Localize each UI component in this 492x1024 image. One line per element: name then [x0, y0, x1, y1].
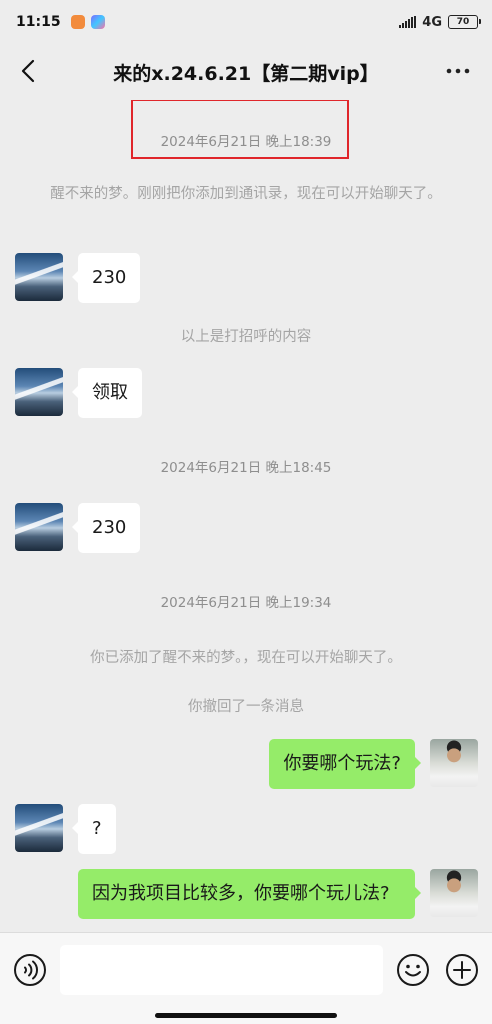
- signal-icon: [399, 16, 417, 28]
- title-bar: 来的x.24.6.21【第二期vip】: [0, 44, 492, 100]
- incoming-message[interactable]: 领取: [72, 368, 142, 418]
- contact-avatar[interactable]: [15, 368, 63, 416]
- timestamp: 2024年6月21日 晚上18:45: [160, 460, 332, 476]
- incoming-message[interactable]: 230: [71, 503, 141, 553]
- incoming-message[interactable]: ?: [72, 804, 116, 854]
- chat-screen: 11:15 4G 70 来的x.24.6.21【第二期vip】 2024年6月2…: [0, 0, 492, 1024]
- message-input[interactable]: [60, 945, 383, 995]
- back-button[interactable]: [14, 56, 42, 86]
- plus-icon: [446, 954, 478, 986]
- network-label: 4G: [422, 14, 442, 30]
- back-arrow-icon: [21, 59, 35, 83]
- battery-icon: 70: [448, 15, 481, 29]
- emoji-button[interactable]: [396, 953, 430, 987]
- input-bar: [0, 932, 492, 1024]
- plus-button[interactable]: [445, 953, 479, 987]
- chat-title: 来的x.24.6.21【第二期vip】: [113, 62, 379, 85]
- app-notification-icon: [90, 15, 105, 29]
- my-avatar[interactable]: [430, 739, 478, 787]
- voice-button[interactable]: [13, 953, 47, 987]
- contact-avatar[interactable]: [15, 503, 63, 551]
- home-indicator[interactable]: [155, 1013, 337, 1018]
- contact-avatar[interactable]: [15, 804, 63, 852]
- outgoing-message[interactable]: 你要哪个玩法?: [269, 739, 421, 789]
- system-message: 醒不来的梦。刚刚把你添加到通讯录，现在可以开始聊天了。: [50, 186, 442, 202]
- contact-avatar[interactable]: [15, 253, 63, 301]
- system-message: 你已添加了醒不来的梦。，现在可以开始聊天了。: [90, 650, 402, 666]
- timestamp: 2024年6月21日 晚上18:39: [160, 134, 332, 150]
- status-indicators: 4G 70: [399, 14, 481, 30]
- message-list[interactable]: 2024年6月21日 晚上18:39 醒不来的梦。刚刚把你添加到通讯录，现在可以…: [0, 100, 492, 932]
- system-message: 以上是打招呼的内容: [180, 329, 312, 345]
- status-time: 11:15: [16, 14, 61, 30]
- my-avatar[interactable]: [430, 869, 478, 917]
- incoming-message[interactable]: 230: [71, 253, 141, 303]
- voice-icon: [14, 954, 46, 986]
- timestamp: 2024年6月21日 晚上19:34: [160, 595, 332, 611]
- more-dots-icon: [446, 68, 470, 74]
- system-message: 你撤回了一条消息: [188, 699, 304, 715]
- more-button[interactable]: [444, 58, 472, 84]
- status-bar: 11:15 4G 70: [0, 0, 492, 44]
- emoji-icon: [397, 954, 429, 986]
- app-notification-icon: [70, 15, 85, 29]
- outgoing-message[interactable]: 因为我项目比较多，你要哪个玩儿法?: [78, 869, 421, 919]
